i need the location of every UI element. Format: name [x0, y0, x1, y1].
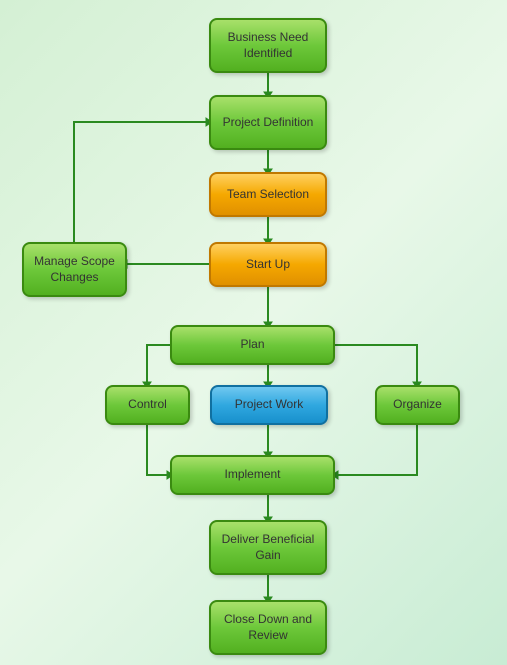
manage-scope-box: Manage Scope Changes	[22, 242, 127, 297]
control-box: Control	[105, 385, 190, 425]
team-selection-box: Team Selection	[209, 172, 327, 217]
deliver-box: Deliver Beneficial Gain	[209, 520, 327, 575]
business-need-box: Business Need Identified	[209, 18, 327, 73]
organize-box: Organize	[375, 385, 460, 425]
project-definition-box: Project Definition	[209, 95, 327, 150]
flowchart: Business Need Identified Project Definit…	[0, 0, 507, 665]
implement-box: Implement	[170, 455, 335, 495]
plan-box: Plan	[170, 325, 335, 365]
close-down-box: Close Down and Review	[209, 600, 327, 655]
project-work-box: Project Work	[210, 385, 328, 425]
start-up-box: Start Up	[209, 242, 327, 287]
